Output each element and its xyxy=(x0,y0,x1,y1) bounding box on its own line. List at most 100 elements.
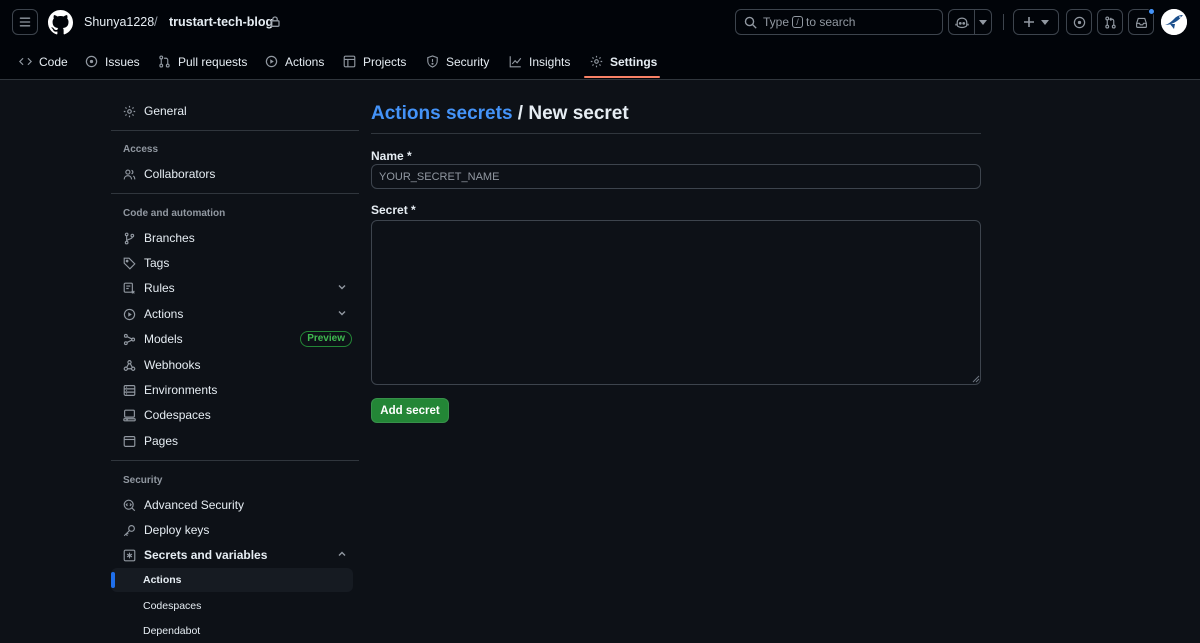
sidebar-heading-access: Access xyxy=(123,144,159,155)
actions-secrets-link[interactable]: Actions secrets xyxy=(371,103,513,124)
tab-settings[interactable]: Settings xyxy=(584,44,663,79)
sidebar-item-label: Branches xyxy=(144,231,195,245)
sidebar-item-actions[interactable]: Actions xyxy=(111,302,353,326)
tab-pull-requests[interactable]: Pull requests xyxy=(152,44,253,79)
sidebar-subitem-actions[interactable]: Actions xyxy=(111,568,353,592)
repo-nav: Code Issues Pull requests Actions Projec… xyxy=(0,44,1200,80)
secret-name-input[interactable] xyxy=(371,164,981,189)
sidebar-subitem-label: Codespaces xyxy=(143,600,202,612)
sidebar-item-advanced-security[interactable]: Advanced Security xyxy=(111,493,353,517)
sidebar-subitem-label: Dependabot xyxy=(143,625,201,637)
tab-projects[interactable]: Projects xyxy=(337,44,412,79)
sidebar-item-secrets-and-variables[interactable]: Secrets and variables xyxy=(111,543,353,567)
menu-button[interactable] xyxy=(12,9,38,35)
search-placeholder-prefix: Type xyxy=(763,15,790,29)
tab-label: Issues xyxy=(105,54,140,69)
sidebar-divider xyxy=(111,130,359,131)
sidebar-item-tags[interactable]: Tags xyxy=(111,251,353,275)
copilot-dropdown-button[interactable] xyxy=(975,10,991,34)
sidebar-item-collaborators[interactable]: Collaborators xyxy=(111,162,353,186)
sidebar-item-environments[interactable]: Environments xyxy=(111,378,353,402)
repo-push-icon xyxy=(123,282,136,295)
sidebar-subitem-codespaces[interactable]: Codespaces xyxy=(111,594,353,618)
sidebar-heading-security: Security xyxy=(123,475,163,486)
triangle-down-icon xyxy=(979,19,988,25)
people-icon xyxy=(123,168,136,181)
active-item-indicator xyxy=(111,572,115,588)
page-title-rest: / New secret xyxy=(512,103,629,124)
header-divider xyxy=(1003,14,1004,30)
webhook-icon xyxy=(123,359,136,372)
resize-handle-icon[interactable] xyxy=(972,375,980,383)
sidebar-item-label: Codespaces xyxy=(144,408,211,422)
sidebar-subitem-dependabot[interactable]: Dependabot xyxy=(111,619,353,643)
sidebar-divider xyxy=(111,193,359,194)
tab-security[interactable]: Security xyxy=(420,44,495,79)
sidebar-item-codespaces[interactable]: Codespaces xyxy=(111,403,353,427)
code-icon xyxy=(19,55,32,68)
copilot-icon xyxy=(955,16,969,29)
tab-label: Pull requests xyxy=(178,54,248,69)
sidebar-item-general[interactable]: General xyxy=(111,99,353,123)
repo-link[interactable]: trustart-tech-blog xyxy=(169,15,273,29)
menu-icon xyxy=(19,16,31,28)
sidebar-item-label: Pages xyxy=(144,434,179,448)
codespaces-icon xyxy=(123,409,136,422)
inbox-icon xyxy=(1135,16,1148,29)
chevron-up-icon[interactable] xyxy=(337,549,347,559)
name-label: Name * xyxy=(371,149,412,163)
pull-request-icon xyxy=(1104,15,1117,29)
notification-indicator xyxy=(1148,8,1155,15)
header-top-row: Shunya1228 / trustart-tech-blog Type / t… xyxy=(0,0,1200,44)
search-input[interactable]: Type / to search xyxy=(735,9,943,35)
breadcrumb-separator: / xyxy=(154,14,158,29)
lock-icon xyxy=(270,16,280,27)
tab-label: Code xyxy=(39,54,68,69)
sidebar-item-label: Collaborators xyxy=(144,167,216,181)
sidebar-item-deploy-keys[interactable]: Deploy keys xyxy=(111,518,353,542)
sidebar-item-webhooks[interactable]: Webhooks xyxy=(111,353,353,377)
owner-link[interactable]: Shunya1228 xyxy=(84,15,154,29)
create-new-button[interactable] xyxy=(1013,9,1059,35)
asterisk-square-icon xyxy=(123,549,136,562)
sidebar-item-label: Secrets and variables xyxy=(144,548,268,562)
sidebar-subitem-label: Actions xyxy=(143,574,182,586)
search-icon xyxy=(744,16,757,29)
tab-label: Security xyxy=(446,54,490,69)
sidebar-item-label: Rules xyxy=(144,281,175,295)
chevron-down-icon[interactable] xyxy=(337,282,347,292)
github-logo-icon[interactable] xyxy=(48,10,73,35)
issues-button[interactable] xyxy=(1066,9,1092,35)
secret-value-textarea[interactable] xyxy=(371,220,981,385)
sidebar-item-label: Deploy keys xyxy=(144,523,210,537)
sidebar-item-rules[interactable]: Rules xyxy=(111,276,353,300)
table-icon xyxy=(343,55,356,68)
sidebar-item-label: Actions xyxy=(144,307,184,321)
plus-icon xyxy=(1023,16,1035,28)
sidebar-item-pages[interactable]: Pages xyxy=(111,429,353,453)
search-shortcut-key: / xyxy=(792,16,804,28)
avatar[interactable] xyxy=(1161,9,1187,35)
copilot-button-group xyxy=(948,9,992,35)
tab-actions[interactable]: Actions xyxy=(259,44,330,79)
selected-tab-underline xyxy=(584,76,660,78)
title-divider xyxy=(371,133,981,134)
sidebar-divider xyxy=(111,460,359,461)
preview-badge: Preview xyxy=(300,331,352,347)
copilot-button[interactable] xyxy=(949,10,976,34)
chevron-down-icon[interactable] xyxy=(337,308,347,318)
sidebar-item-branches[interactable]: Branches xyxy=(111,226,353,250)
branch-icon xyxy=(123,232,136,245)
add-secret-button[interactable]: Add secret xyxy=(371,398,449,423)
sidebar-item-models[interactable]: Models Preview xyxy=(111,327,353,351)
models-icon xyxy=(123,333,136,346)
sidebar-item-label: Environments xyxy=(144,383,218,397)
tab-insights[interactable]: Insights xyxy=(503,44,576,79)
graph-icon xyxy=(509,55,522,68)
secret-label: Secret * xyxy=(371,203,416,217)
tab-issues[interactable]: Issues xyxy=(79,44,146,79)
sidebar-heading-code-and-automation: Code and automation xyxy=(123,208,226,219)
pull-requests-button[interactable] xyxy=(1097,9,1123,35)
tab-code[interactable]: Code xyxy=(13,44,74,79)
tab-label: Projects xyxy=(363,54,407,69)
